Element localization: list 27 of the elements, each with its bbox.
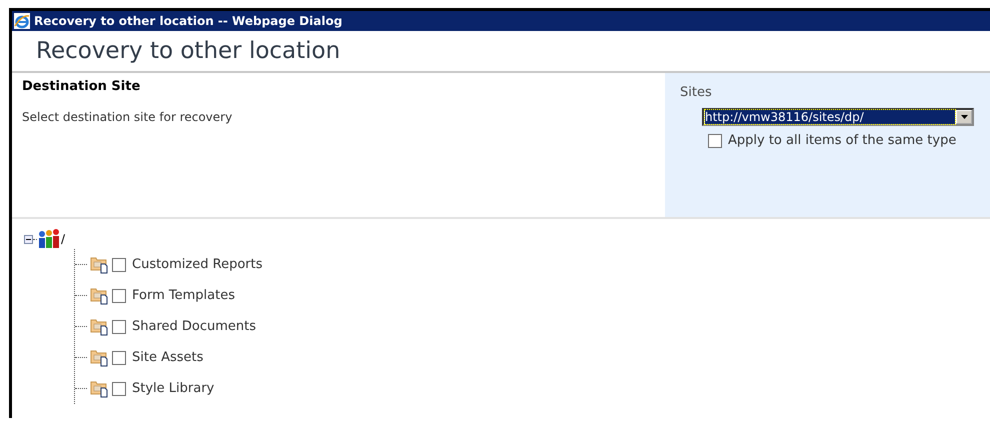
sites-label: Sites — [680, 85, 713, 100]
section-description: Select destination site for recovery — [22, 110, 234, 124]
collapse-icon[interactable] — [24, 234, 33, 244]
tree-item-label[interactable]: Shared Documents — [132, 319, 256, 334]
folder-document-icon — [90, 286, 109, 305]
tree-item-label[interactable]: Customized Reports — [132, 257, 262, 272]
folder-document-icon — [90, 317, 109, 336]
window-title: Recovery to other location -- Webpage Dialog — [34, 14, 342, 28]
folder-document-icon — [90, 348, 109, 367]
section-title: Destination Site — [22, 79, 142, 94]
checkbox[interactable] — [112, 258, 126, 272]
tree-item-label[interactable]: Site Assets — [132, 350, 204, 365]
browser-icon — [14, 13, 30, 29]
checkbox-label: Apply to all items of the same type — [728, 133, 956, 148]
people-icon — [37, 229, 61, 249]
checkbox[interactable] — [708, 134, 722, 148]
folder-document-icon — [90, 379, 109, 398]
checkbox[interactable] — [112, 350, 126, 364]
tree-item-label[interactable]: Style Library — [132, 381, 214, 396]
tree-root-label[interactable]: / — [61, 232, 66, 246]
folder-document-icon — [90, 255, 109, 274]
caret-icon — [960, 115, 968, 119]
sites-dropdown[interactable]: http://vmw38116/sites/dp/ — [702, 108, 974, 126]
checkbox[interactable] — [112, 320, 126, 334]
tree-item-label[interactable]: Form Templates — [132, 288, 235, 303]
checkbox[interactable] — [112, 288, 126, 302]
checkbox[interactable] — [112, 382, 126, 396]
